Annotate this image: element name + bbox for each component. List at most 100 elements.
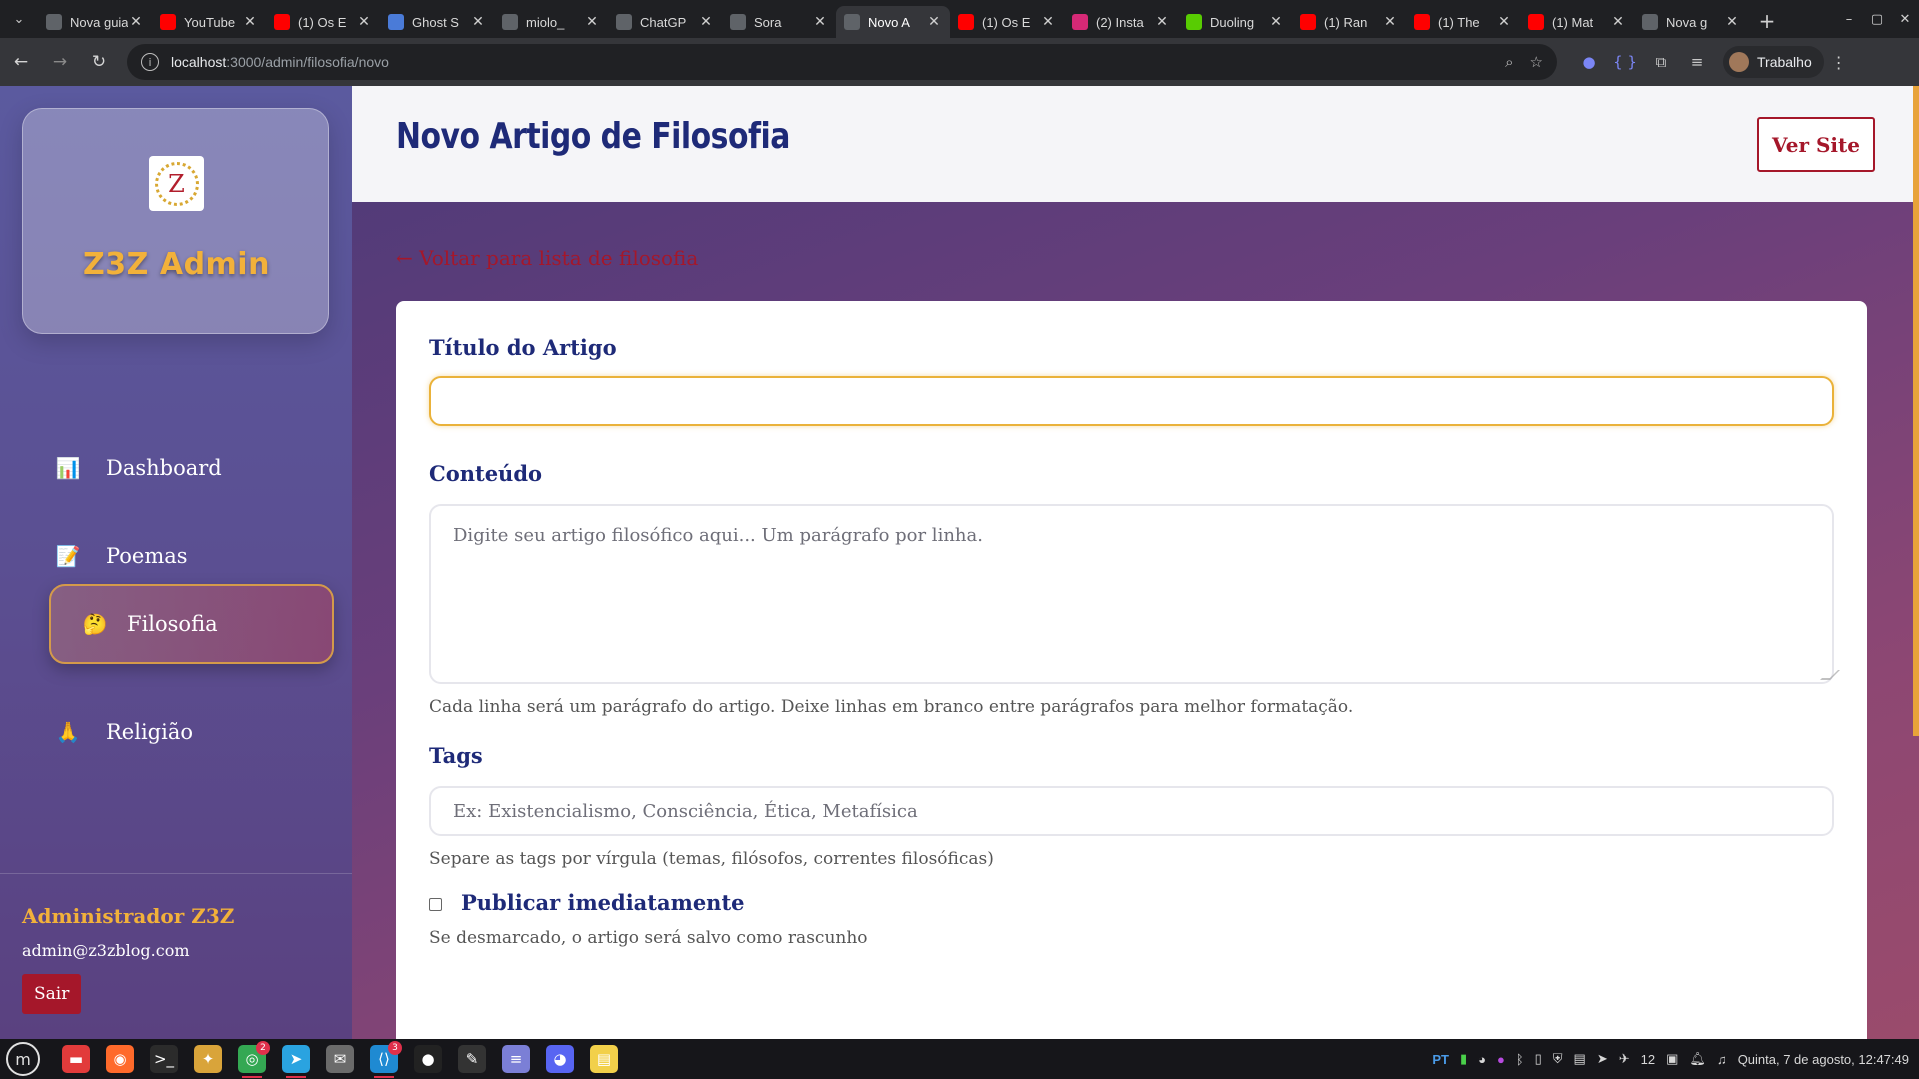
new-tab-button[interactable]: + (1752, 6, 1782, 36)
telegram-app[interactable]: ➤ (274, 1039, 318, 1079)
discord-extension-icon[interactable]: ● (1571, 53, 1607, 71)
close-tab-icon[interactable]: ✕ (1268, 14, 1284, 30)
ver-site-button[interactable]: Ver Site (1757, 117, 1875, 172)
close-tab-icon[interactable]: ✕ (1496, 14, 1512, 30)
close-tab-icon[interactable]: ✕ (128, 14, 144, 30)
tags-input[interactable]: Ex: Existencialismo, Consciência, Ética,… (429, 786, 1834, 836)
close-tab-icon[interactable]: ✕ (926, 14, 942, 30)
browser-tab[interactable]: (1) Os E ✕ (950, 6, 1064, 38)
sidebar-item-dashboard[interactable]: 📊 Dashboard (50, 436, 330, 500)
start-menu-icon[interactable]: m (6, 1042, 40, 1076)
sidebar-item-religiao[interactable]: 🙏 Religião (50, 700, 330, 764)
page-scrollbar[interactable] (1913, 86, 1919, 736)
close-tab-icon[interactable]: ✕ (812, 14, 828, 30)
minimize-icon[interactable]: – (1835, 12, 1863, 27)
sidebar-item-filosofia[interactable]: 🤔 Filosofia (49, 584, 334, 664)
close-window-icon[interactable]: ✕ (1891, 12, 1919, 27)
close-tab-icon[interactable]: ✕ (1154, 14, 1170, 30)
clipboard-icon[interactable]: ▯ (1535, 1051, 1542, 1067)
close-tab-icon[interactable]: ✕ (1610, 14, 1626, 30)
network-icon[interactable]: ✈ (1619, 1051, 1630, 1067)
firefox-app[interactable]: ◉ (98, 1039, 142, 1079)
ghost-icon (388, 14, 404, 30)
pidgin-app[interactable]: ✦ (186, 1039, 230, 1079)
media-control-icon[interactable]: ≡ (1679, 53, 1715, 71)
browser-tab[interactable]: Duoling ✕ (1178, 6, 1292, 38)
telegram-tray-icon[interactable]: ➤ (1597, 1051, 1608, 1067)
maximize-icon[interactable]: ▢ (1863, 12, 1891, 27)
content-textarea[interactable]: Digite seu artigo filosófico aqui... Um … (429, 504, 1840, 684)
forward-arrow-icon[interactable]: → (42, 44, 78, 80)
clock[interactable]: Quinta, 7 de agosto, 12:47:49 (1738, 1052, 1909, 1067)
profile-button[interactable]: Trabalho (1723, 46, 1824, 78)
url-text[interactable]: localhost:3000/admin/filosofia/novo (171, 54, 1489, 70)
sidebar-item-poemas[interactable]: 📝 Poemas (50, 524, 330, 588)
files-app[interactable]: ▬ (54, 1039, 98, 1079)
browser-tab[interactable]: Novo A ✕ (836, 6, 950, 38)
json-extension-icon[interactable]: { } (1607, 53, 1643, 71)
tab-label: Ghost S (412, 14, 459, 30)
discord-app[interactable]: ◕ (538, 1039, 582, 1079)
obs-app[interactable]: ● (406, 1039, 450, 1079)
browser-tab[interactable]: Nova g ✕ (1634, 6, 1748, 38)
battery-icon[interactable]: ▮ (1460, 1051, 1467, 1067)
close-tab-icon[interactable]: ✕ (470, 14, 486, 30)
extensions-puzzle-icon[interactable]: ⧉ (1643, 53, 1679, 71)
back-arrow-icon[interactable]: ← (3, 44, 39, 80)
browser-menu-icon[interactable]: ⋮ (1824, 53, 1854, 72)
bookmark-star-icon[interactable]: ☆ (1530, 53, 1543, 71)
browser-tab[interactable]: (1) Os E ✕ (266, 6, 380, 38)
display-icon[interactable]: ▣ (1666, 1051, 1678, 1067)
address-bar[interactable]: i localhost:3000/admin/filosofia/novo ⌕ … (127, 44, 1557, 80)
close-tab-icon[interactable]: ✕ (584, 14, 600, 30)
brand-logo[interactable]: Z (149, 156, 204, 211)
browser-tab[interactable]: (1) Ran ✕ (1292, 6, 1406, 38)
discord-tray-icon[interactable]: ◕ (1478, 1052, 1486, 1067)
notes-tray-icon[interactable]: ▤ (1574, 1051, 1586, 1067)
notification-bell-icon[interactable]: 🔔︎ (1689, 1051, 1706, 1067)
terminal-app[interactable]: >_ (142, 1039, 186, 1079)
zoom-icon[interactable]: ⌕ (1505, 53, 1513, 71)
keyboard-layout-indicator[interactable]: PT (1432, 1052, 1449, 1067)
resize-handle-icon[interactable] (1820, 670, 1840, 680)
bluetooth-icon[interactable]: ᛒ (1516, 1052, 1524, 1067)
browser-tab[interactable]: Sora ✕ (722, 6, 836, 38)
chrome-app[interactable]: ◎ 2 (230, 1039, 274, 1079)
browser-tab[interactable]: miolo_ ✕ (494, 6, 608, 38)
title-input[interactable] (429, 376, 1834, 426)
vscode-app[interactable]: ⟨⟩ 3 (362, 1039, 406, 1079)
close-tab-icon[interactable]: ✕ (356, 14, 372, 30)
close-tab-icon[interactable]: ✕ (698, 14, 714, 30)
close-tab-icon[interactable]: ✕ (1040, 14, 1056, 30)
memo-icon: 📝 (55, 544, 81, 568)
tab-label: YouTube (184, 14, 236, 30)
site-info-icon[interactable]: i (141, 53, 159, 71)
reload-icon[interactable]: ↻ (81, 44, 117, 80)
firefox-tray-icon[interactable]: ● (1497, 1052, 1505, 1067)
shield-icon[interactable]: ⛨ (1553, 1051, 1563, 1067)
laurel-logo-icon: Z (154, 161, 199, 206)
brand-title: Z3Z Admin (83, 247, 270, 282)
browser-tab[interactable]: (1) Mat ✕ (1520, 6, 1634, 38)
close-tab-icon[interactable]: ✕ (1724, 14, 1740, 30)
browser-tab[interactable]: Ghost S ✕ (380, 6, 494, 38)
music-icon[interactable]: ♫ (1717, 1052, 1727, 1067)
logout-button[interactable]: Sair (22, 974, 82, 1014)
close-tab-icon[interactable]: ✕ (1382, 14, 1398, 30)
sticky-app[interactable]: ▤ (582, 1039, 626, 1079)
volume-level[interactable]: 12 (1641, 1052, 1655, 1067)
publish-checkbox[interactable] (429, 898, 442, 911)
browser-tab[interactable]: Nova guia ✕ (38, 6, 152, 38)
tab-search-icon[interactable]: ⌄ (0, 0, 38, 38)
inkscape-app[interactable]: ✎ (450, 1039, 494, 1079)
browser-tab[interactable]: (2) Insta ✕ (1064, 6, 1178, 38)
notes-app[interactable]: ≡ (494, 1039, 538, 1079)
mail-app[interactable]: ✉ (318, 1039, 362, 1079)
publish-label[interactable]: Publicar imediatamente (461, 890, 745, 915)
browser-tab[interactable]: (1) The ✕ (1406, 6, 1520, 38)
browser-tab[interactable]: ChatGP ✕ (608, 6, 722, 38)
close-tab-icon[interactable]: ✕ (242, 14, 258, 30)
back-to-list-link[interactable]: ← Voltar para lista de filosofia (396, 246, 698, 270)
admin-sidebar: Z Z3Z Admin 📊 Dashboard 📝 Poemas 🤔 Filos… (0, 86, 352, 1039)
browser-tab[interactable]: YouTube ✕ (152, 6, 266, 38)
